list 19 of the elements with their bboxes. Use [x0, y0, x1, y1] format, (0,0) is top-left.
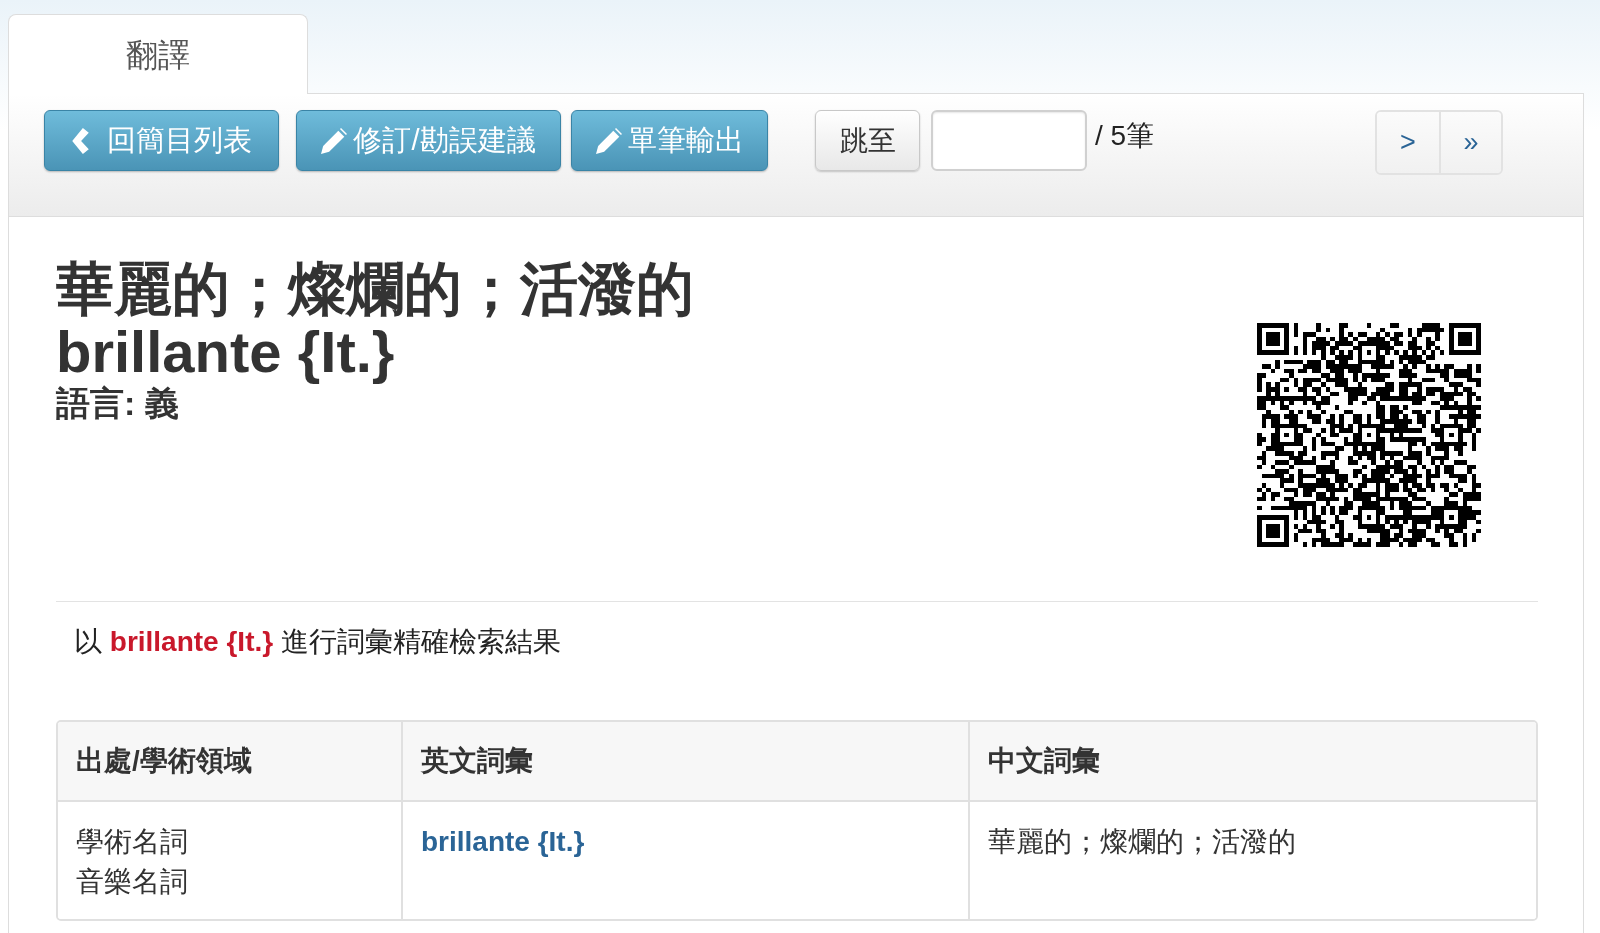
pencil-icon [321, 127, 348, 154]
search-result-text: 以 brillante {It.} 進行詞彙精確檢索結果 [73, 625, 562, 659]
pagination-button[interactable]: » [1439, 112, 1501, 173]
domain-label: 音樂名詞 [76, 865, 189, 899]
table-cell-text: 華麗的；燦爛的；活潑的 [987, 825, 1297, 859]
column-header: 出處/學術領域 [58, 722, 403, 800]
term-link[interactable]: brillante {It.} [421, 822, 585, 862]
entry-title: 華麗的；燦爛的；活潑的 [56, 257, 694, 320]
jump-button[interactable]: 跳至 [815, 110, 920, 171]
tab[interactable]: 翻譯 [8, 14, 308, 94]
page-total: / 5筆 [1095, 119, 1155, 153]
entry-term: brillante {It.} [56, 320, 396, 383]
column-header: 英文詞彙 [403, 722, 970, 800]
domain-label: 學術名詞 [76, 825, 189, 859]
chevron-left-icon [71, 127, 89, 154]
language-label: 語言: 義 [56, 383, 180, 423]
column-header: 中文詞彙 [987, 744, 1101, 778]
pencil-icon [595, 127, 622, 154]
page-number-field[interactable] [931, 110, 1087, 171]
